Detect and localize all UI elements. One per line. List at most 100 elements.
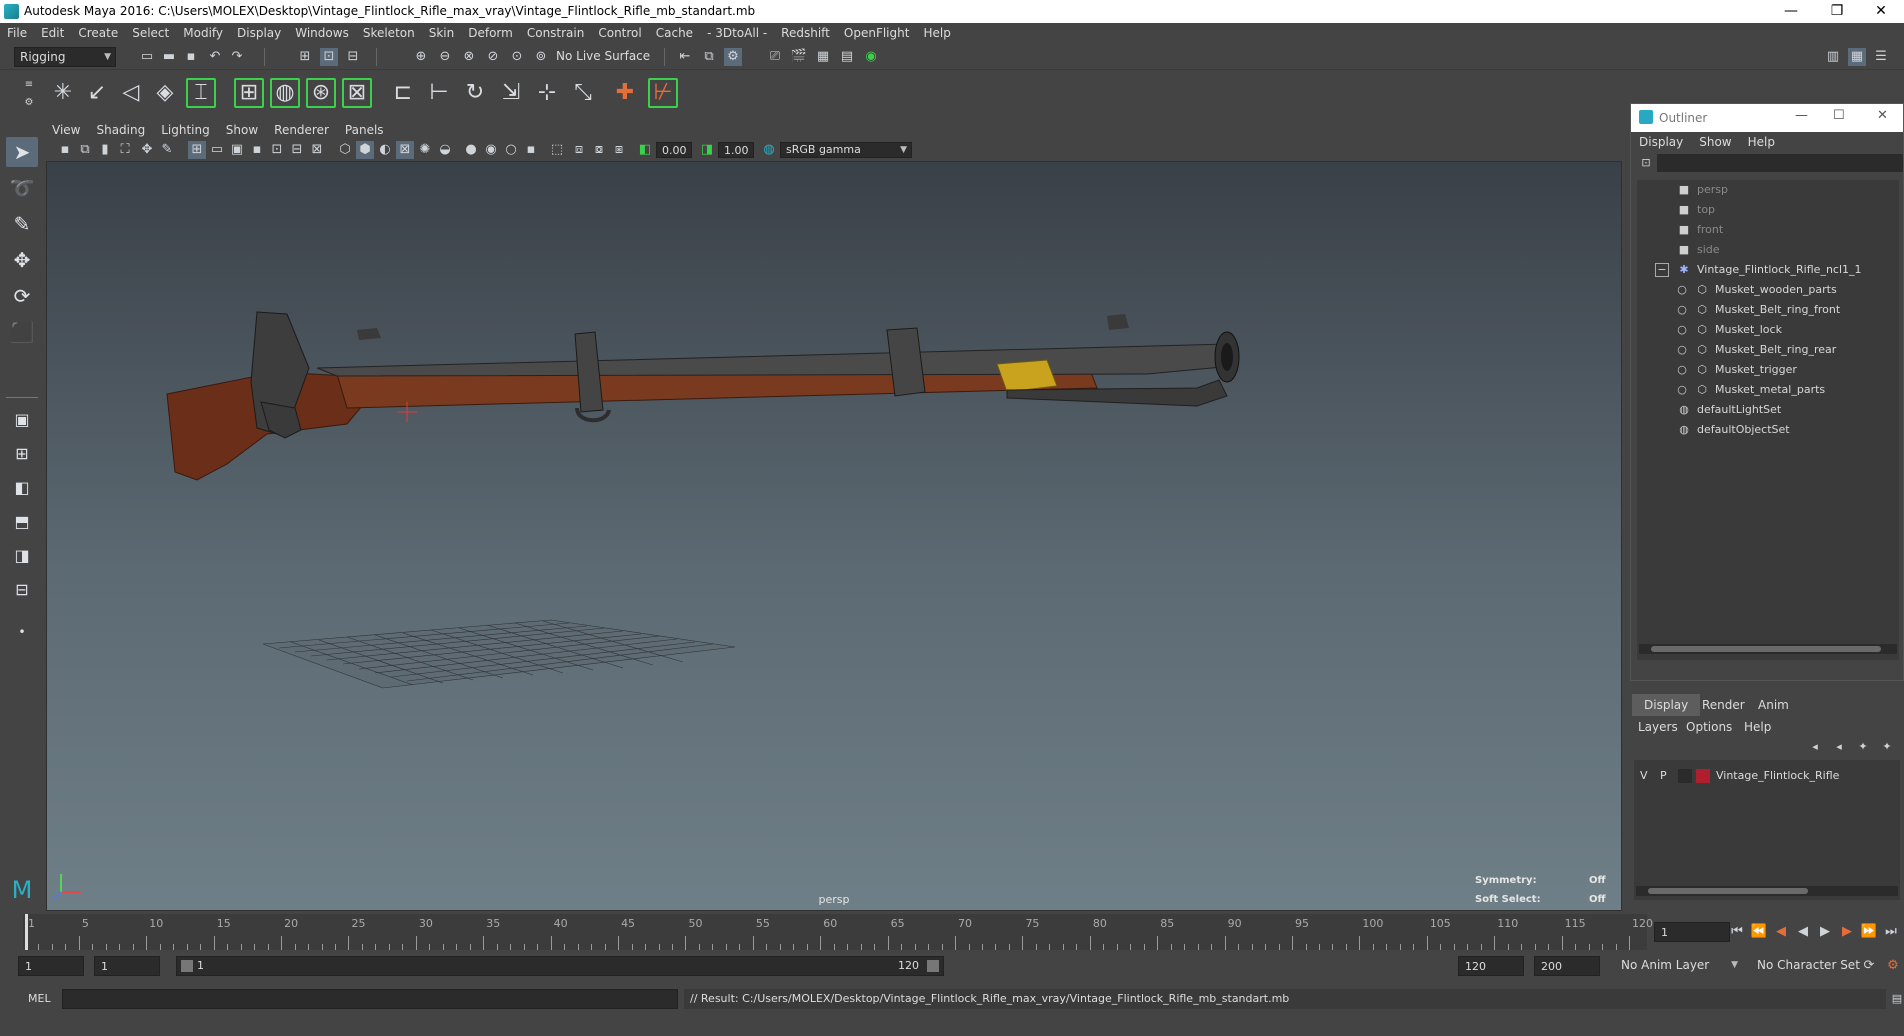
undo-icon[interactable]: ↶ [206,48,224,66]
menuset-dropdown[interactable]: Rigging ▼ [14,47,116,67]
menu-3dtoall[interactable]: - 3DtoAll - [700,23,774,44]
persp-viewport[interactable]: persp Symmetry: Off Soft Select: Off [46,161,1622,911]
panel-menu-show[interactable]: Show [218,120,266,140]
film-gate-icon[interactable]: ▭ [208,141,226,159]
outliner-menu-display[interactable]: Display [1631,132,1691,152]
outliner-close-button[interactable]: ✕ [1877,108,1888,123]
panel-menu-panels[interactable]: Panels [337,120,392,140]
outliner-item-child[interactable]: ○ ⬡ Musket_trigger [1637,360,1899,380]
outliner-item-set[interactable]: ◍ defaultObjectSet [1637,420,1899,440]
select-by-hierarchy-icon[interactable]: ⊞ [296,48,314,66]
single-perspective-layout-icon[interactable]: ▣ [6,405,38,435]
pole-vector-icon[interactable]: ⤡ [568,78,598,108]
play-backwards-icon[interactable]: ◀ [1794,923,1812,941]
menu-select[interactable]: Select [125,23,176,44]
shadows-icon[interactable]: ◒ [436,141,454,159]
animation-end-field[interactable]: 200 [1534,956,1600,976]
panel-menu-shading[interactable]: Shading [88,120,153,140]
snap-surface-icon[interactable]: ⊙ [508,48,526,66]
scrollbar-thumb[interactable] [1651,646,1881,652]
animation-preferences-icon[interactable]: ⚙ [1884,957,1902,975]
snap-point-icon[interactable]: ⊗ [460,48,478,66]
outliner-item-child[interactable]: ○ ⬡ Musket_Belt_ring_front [1637,300,1899,320]
menu-openflight[interactable]: OpenFlight [837,23,917,44]
input-output-icon[interactable]: ⇤ [676,48,694,66]
grease-pencil-icon[interactable]: ✎ [158,141,176,159]
menu-edit[interactable]: Edit [34,23,71,44]
point-constraint-icon[interactable]: ⊢ [424,78,454,108]
orient-joint-icon[interactable]: ⌶ [186,78,216,108]
parent-constraint-icon[interactable]: ⊏ [388,78,418,108]
render-current-icon[interactable]: 🎬 [790,48,808,66]
menu-windows[interactable]: Windows [288,23,356,44]
step-forward-frame-icon[interactable]: ▶ [1838,923,1856,941]
menu-deform[interactable]: Deform [461,23,520,44]
shelf-settings-icon[interactable]: ⚙ [20,94,38,112]
time-ruler[interactable]: 1 5 10 15 20 25 30 35 40 45 50 55 60 65 70 75 80 85 90 95 10… [23,914,1653,950]
outliner-item-set[interactable]: ◍ defaultLightSet [1637,400,1899,420]
move-tool-icon[interactable]: ✥ [6,245,38,275]
smooth-shade-icon[interactable]: ⬢ [356,141,374,159]
layer-visibility-toggle[interactable]: V [1640,769,1648,782]
outliner-item-top[interactable]: ■ top [1637,200,1899,220]
render-settings-icon[interactable]: ⚙ [724,48,742,66]
auto-key-icon[interactable]: ⟳ [1860,957,1878,975]
select-tool-icon[interactable]: ➤ [6,137,38,167]
select-by-component-icon[interactable]: ⊟ [344,48,362,66]
new-layer-selected-icon[interactable]: ✦ [1878,738,1896,756]
range-start-handle[interactable] [181,960,193,972]
bind-skin-icon[interactable]: ⊞ [234,78,264,108]
color-management-icon[interactable]: ◍ [760,141,778,159]
animation-start-field[interactable]: 1 [18,956,84,976]
add-influence-icon[interactable]: ⊠ [342,78,372,108]
two-d-pan-zoom-icon[interactable]: ✥ [138,141,156,159]
scale-constraint-icon[interactable]: ⇲ [496,78,526,108]
layer-menu-options[interactable]: Options [1686,720,1732,734]
textured-icon[interactable]: ⊠ [396,141,414,159]
anti-aliasing-icon[interactable]: ○ [502,141,520,159]
image-plane-icon[interactable]: ⛶ [116,141,134,159]
gate-mask-icon[interactable]: ▪ [248,141,266,159]
open-scene-icon[interactable]: ▬ [160,48,178,66]
range-end-handle[interactable] [927,960,939,972]
lasso-tool-icon[interactable]: ➰ [6,173,38,203]
menu-modify[interactable]: Modify [176,23,230,44]
viewport-scene[interactable] [47,162,1622,911]
step-back-frame-icon[interactable]: ◀ [1772,923,1790,941]
outliner-item-child[interactable]: ○ ⬡ Musket_Belt_ring_rear [1637,340,1899,360]
layer-menu-help[interactable]: Help [1744,720,1771,734]
outliner-item-side[interactable]: ■ side [1637,240,1899,260]
minimize-button[interactable]: — [1768,0,1814,23]
filter-icon[interactable]: ⊡ [1637,154,1655,172]
screen-space-ao-icon[interactable]: ● [462,141,480,159]
layer-display-type-toggle[interactable] [1678,769,1692,783]
select-by-object-icon[interactable]: ⊡ [320,48,338,66]
ik-spline-icon[interactable]: ◁ [116,78,146,108]
persp-graph-layout-icon[interactable]: ⬒ [6,507,38,537]
outliner-item-persp[interactable]: ■ persp [1637,180,1899,200]
move-layer-down-icon[interactable]: ◂ [1830,738,1848,756]
layer-color-swatch[interactable] [1696,769,1710,783]
use-all-lights-icon[interactable]: ✺ [416,141,434,159]
hypershade-layout-icon[interactable]: ◨ [6,541,38,571]
menu-create[interactable]: Create [71,23,125,44]
collapse-icon[interactable]: − [1655,263,1669,277]
ik-handle-icon[interactable]: ↙ [82,78,112,108]
tab-anim[interactable]: Anim [1746,694,1801,716]
paint-select-icon[interactable]: ✎ [6,209,38,239]
workspace-icon[interactable]: ▥ [1824,48,1842,66]
outliner-hscrollbar[interactable] [1639,644,1897,654]
persp-outliner-layout-icon[interactable]: ◧ [6,473,38,503]
anim-layer-dropdown[interactable]: No Anim Layer ▼ [1616,956,1742,976]
menu-redshift[interactable]: Redshift [774,23,837,44]
outliner-menu-show[interactable]: Show [1691,132,1739,152]
outliner-minimize-button[interactable]: — [1795,108,1808,123]
panel-menu-lighting[interactable]: Lighting [153,120,218,140]
menu-skeleton[interactable]: Skeleton [356,23,422,44]
wireframe-icon[interactable]: ⬡ [336,141,354,159]
wireframe-on-shaded-icon[interactable]: ◐ [376,141,394,159]
four-view-layout-icon[interactable]: ⊞ [6,439,38,469]
uv-editor-layout-icon[interactable]: ⊟ [6,575,38,605]
field-chart-icon[interactable]: ⊡ [268,141,286,159]
go-to-start-icon[interactable]: ⏮ [1728,923,1746,941]
